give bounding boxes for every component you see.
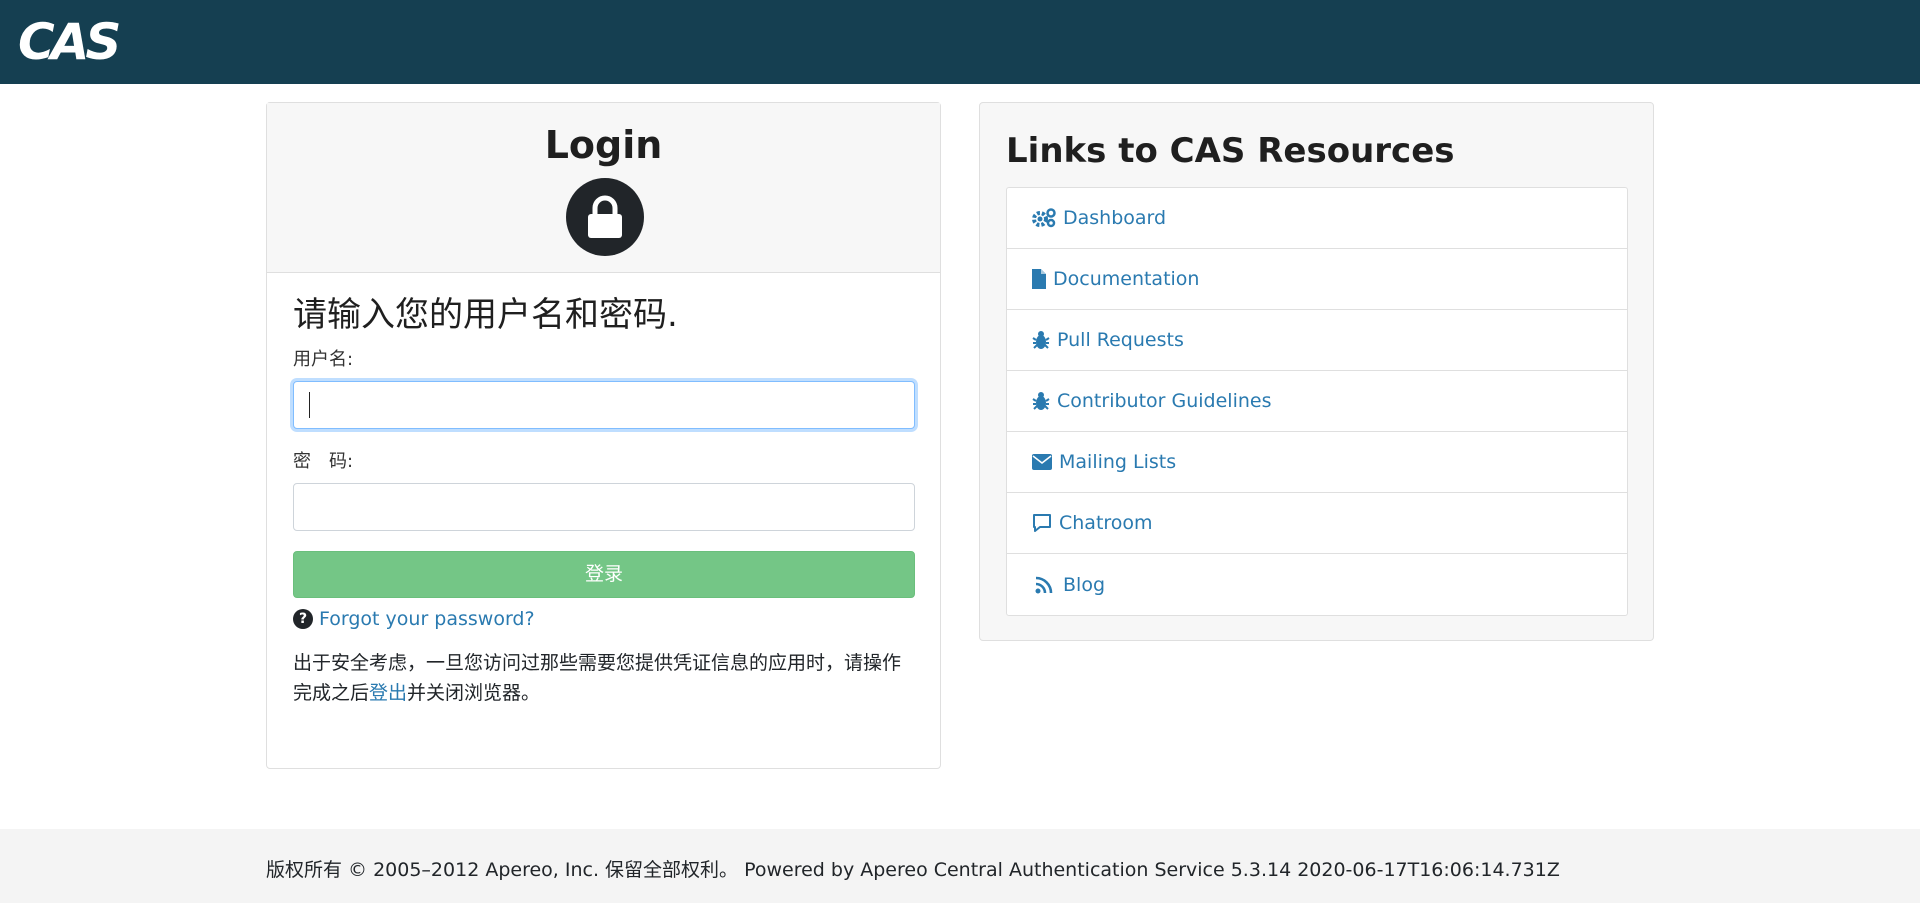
envelope-icon <box>1031 451 1053 473</box>
resources-card: Links to CAS Resources Dashboard Documen <box>979 102 1654 641</box>
footer-copyright: 版权所有 © 2005–2012 Apereo, Inc. 保留全部权利。 Po… <box>266 855 1560 882</box>
forgot-password-row: ? Forgot your password? <box>293 608 915 630</box>
question-circle-icon: ? <box>293 609 313 629</box>
comment-icon <box>1031 512 1053 534</box>
resource-link-label[interactable]: Pull Requests <box>1057 329 1184 351</box>
file-icon <box>1031 268 1047 290</box>
login-prompt: 请输入您的用户名和密码. <box>293 293 915 337</box>
lock-icon <box>566 178 644 256</box>
text-caret <box>309 392 310 418</box>
logout-link[interactable]: 登出 <box>369 682 407 704</box>
resource-link-label[interactable]: Dashboard <box>1063 207 1166 229</box>
login-form: 请输入您的用户名和密码. 用户名: 密 码: 登录 ? Forgot your … <box>293 293 915 708</box>
resource-item-pull-requests[interactable]: Pull Requests <box>1007 310 1627 371</box>
cas-logo[interactable]: CAS <box>18 14 122 70</box>
login-card-header: Login <box>267 103 940 273</box>
forgot-password-link[interactable]: Forgot your password? <box>319 608 535 630</box>
resource-item-dashboard[interactable]: Dashboard <box>1007 188 1627 249</box>
login-title: Login <box>267 123 940 167</box>
top-header: CAS <box>0 0 1920 84</box>
resource-link-label[interactable]: Chatroom <box>1059 512 1153 534</box>
footer: 版权所有 © 2005–2012 Apereo, Inc. 保留全部权利。 Po… <box>0 829 1920 903</box>
resources-title: Links to CAS Resources <box>1006 131 1455 171</box>
logo-text: CAS <box>18 13 117 71</box>
login-submit-button[interactable]: 登录 <box>293 551 915 598</box>
resource-link-label[interactable]: Blog <box>1063 574 1105 596</box>
bug-icon <box>1031 329 1051 351</box>
resource-link-label[interactable]: Documentation <box>1053 268 1199 290</box>
resource-item-blog[interactable]: Blog <box>1007 554 1627 615</box>
resource-item-documentation[interactable]: Documentation <box>1007 249 1627 310</box>
resource-link-label[interactable]: Contributor Guidelines <box>1057 390 1271 412</box>
username-input[interactable] <box>293 381 915 429</box>
resources-list: Dashboard Documentation Pull Requests <box>1006 187 1628 616</box>
bug-icon <box>1031 390 1051 412</box>
resource-item-mailing-lists[interactable]: Mailing Lists <box>1007 432 1627 493</box>
notice-text-after: 并关闭浏览器。 <box>407 682 540 704</box>
cogs-icon <box>1031 207 1057 229</box>
security-notice: 出于安全考虑，一旦您访问过那些需要您提供凭证信息的应用时，请操作完成之后登出并关… <box>293 648 915 708</box>
resource-item-contributor-guidelines[interactable]: Contributor Guidelines <box>1007 371 1627 432</box>
rss-icon <box>1031 574 1057 596</box>
login-card: Login 请输入您的用户名和密码. 用户名: 密 码: 登录 ? Forgot… <box>266 102 941 769</box>
resource-link-label[interactable]: Mailing Lists <box>1059 451 1176 473</box>
password-label: 密 码: <box>293 451 915 473</box>
password-input[interactable] <box>293 483 915 531</box>
username-label: 用户名: <box>293 349 915 371</box>
resource-item-chatroom[interactable]: Chatroom <box>1007 493 1627 554</box>
